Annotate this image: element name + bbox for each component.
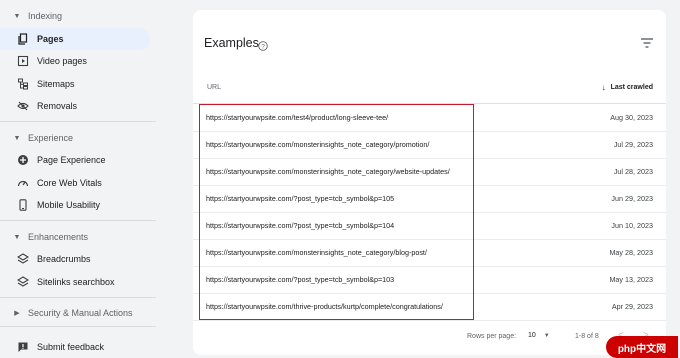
sidebar-item-video-pages[interactable]: Video pages bbox=[0, 50, 150, 72]
table-row[interactable]: https://startyourwpsite.com/monsterinsig… bbox=[193, 239, 666, 267]
chevron-right-icon: ▶ bbox=[14, 310, 20, 317]
breadcrumbs-icon bbox=[17, 253, 29, 265]
sidebar-item-page-experience[interactable]: Page Experience bbox=[0, 149, 150, 171]
row-url: https://startyourwpsite.com/monsterinsig… bbox=[206, 140, 430, 149]
sidebar-item-mobile-usability[interactable]: Mobile Usability bbox=[0, 194, 150, 216]
table-row[interactable]: https://startyourwpsite.com/monsterinsig… bbox=[193, 131, 666, 159]
video-pages-icon bbox=[17, 55, 29, 67]
row-url: https://startyourwpsite.com/test4/produc… bbox=[206, 113, 389, 122]
section-header-label: Indexing bbox=[28, 11, 63, 21]
row-date: Aug 30, 2023 bbox=[610, 113, 653, 122]
table-row[interactable]: https://startyourwpsite.com/?post_type=t… bbox=[193, 212, 666, 240]
column-header-url[interactable]: URL bbox=[207, 84, 221, 91]
dropdown-caret-icon: ▼ bbox=[543, 332, 550, 339]
row-date: Apr 29, 2023 bbox=[611, 302, 653, 311]
pagination-footer: Rows per page: 10 ▼ 1-8 of 8 < > bbox=[193, 327, 666, 347]
sidebar-item-pages[interactable]: Pages bbox=[0, 28, 150, 50]
sidebar-item-sitemaps[interactable]: Sitemaps bbox=[0, 73, 150, 95]
section-header-experience[interactable]: ▼ Experience bbox=[12, 129, 74, 147]
page-experience-icon bbox=[17, 154, 29, 166]
row-date: May 28, 2023 bbox=[609, 248, 653, 257]
sidebar: ▼ Indexing Pages Video pages Sitemaps Re… bbox=[0, 0, 156, 358]
sidebar-item-label: Sitemaps bbox=[37, 79, 75, 89]
divider bbox=[0, 121, 156, 122]
table-row[interactable]: https://startyourwpsite.com/?post_type=t… bbox=[193, 185, 666, 213]
chevron-down-icon: ▼ bbox=[13, 134, 21, 142]
row-url: https://startyourwpsite.com/?post_type=t… bbox=[206, 221, 395, 230]
section-header-label: Enhancements bbox=[28, 232, 89, 242]
table-row[interactable]: https://startyourwpsite.com/test4/produc… bbox=[193, 104, 666, 132]
sidebar-item-label: Page Experience bbox=[37, 155, 106, 165]
help-icon[interactable]: ? bbox=[258, 38, 268, 51]
feedback-icon bbox=[17, 341, 29, 353]
removals-icon bbox=[17, 100, 29, 112]
pages-icon bbox=[17, 33, 29, 45]
section-header-enhancements[interactable]: ▼ Enhancements bbox=[12, 228, 89, 246]
table-row[interactable]: https://startyourwpsite.com/thrive-produ… bbox=[193, 293, 666, 321]
chevron-down-icon: ▼ bbox=[13, 12, 21, 20]
sidebar-item-label: Breadcrumbs bbox=[37, 254, 91, 264]
watermark-logo: php中文网 bbox=[606, 336, 678, 358]
filter-icon[interactable] bbox=[640, 36, 654, 48]
rows-per-page-label: Rows per page: bbox=[467, 333, 517, 340]
mobile-usability-icon bbox=[17, 199, 29, 211]
section-header-indexing[interactable]: ▼ Indexing bbox=[12, 7, 63, 25]
row-date: May 13, 2023 bbox=[609, 275, 653, 284]
sidebar-item-breadcrumbs[interactable]: Breadcrumbs bbox=[0, 248, 150, 270]
sort-down-arrow-icon: ↓ bbox=[601, 83, 606, 92]
row-date: Jul 28, 2023 bbox=[613, 167, 653, 176]
card-title: Examples bbox=[204, 36, 259, 50]
sidebar-item-submit-feedback[interactable]: Submit feedback bbox=[0, 336, 150, 358]
divider bbox=[0, 297, 156, 298]
row-url: https://startyourwpsite.com/monsterinsig… bbox=[206, 248, 427, 257]
sidebar-item-label: Sitelinks searchbox bbox=[37, 277, 115, 287]
sitelinks-searchbox-icon bbox=[17, 276, 29, 288]
row-date: Jul 29, 2023 bbox=[613, 140, 653, 149]
rows-per-page-value: 10 bbox=[528, 332, 536, 339]
table-row[interactable]: https://startyourwpsite.com/monsterinsig… bbox=[193, 158, 666, 186]
sidebar-item-label: Removals bbox=[37, 101, 78, 111]
chevron-down-icon: ▼ bbox=[13, 233, 21, 241]
section-header-label: Experience bbox=[28, 133, 74, 143]
sidebar-item-label: Core Web Vitals bbox=[37, 178, 102, 188]
row-url: https://startyourwpsite.com/?post_type=t… bbox=[206, 275, 395, 284]
table-row[interactable]: https://startyourwpsite.com/?post_type=t… bbox=[193, 266, 666, 294]
svg-text:?: ? bbox=[261, 43, 265, 50]
row-url: https://startyourwpsite.com/monsterinsig… bbox=[206, 167, 450, 176]
sidebar-item-label: Video pages bbox=[37, 56, 87, 66]
section-header-label: Security & Manual Actions bbox=[28, 308, 133, 318]
core-web-vitals-icon bbox=[17, 177, 29, 189]
row-url: https://startyourwpsite.com/?post_type=t… bbox=[206, 194, 395, 203]
sidebar-item-label: Pages bbox=[37, 34, 64, 44]
rows-per-page-select[interactable]: 10 ▼ bbox=[528, 332, 550, 339]
sidebar-item-core-web-vitals[interactable]: Core Web Vitals bbox=[0, 172, 150, 194]
sidebar-item-label: Mobile Usability bbox=[37, 200, 101, 210]
sidebar-item-label: Submit feedback bbox=[37, 342, 105, 352]
row-date: Jun 29, 2023 bbox=[611, 194, 653, 203]
sidebar-item-sitelinks-searchbox[interactable]: Sitelinks searchbox bbox=[0, 271, 150, 293]
sidebar-item-removals[interactable]: Removals bbox=[0, 95, 150, 117]
divider bbox=[0, 220, 156, 221]
pagination-range: 1-8 of 8 bbox=[575, 333, 599, 340]
row-date: Jun 10, 2023 bbox=[611, 221, 653, 230]
column-header-label: Last crawled bbox=[610, 84, 653, 91]
column-header-last-crawled[interactable]: ↓ Last crawled bbox=[602, 83, 653, 92]
examples-card: Examples ? URL ↓ Last crawled https://st… bbox=[193, 10, 666, 355]
sitemaps-icon bbox=[17, 78, 29, 90]
section-header-security[interactable]: ▶ Security & Manual Actions bbox=[12, 304, 133, 322]
divider bbox=[0, 326, 156, 327]
row-url: https://startyourwpsite.com/thrive-produ… bbox=[206, 302, 443, 311]
